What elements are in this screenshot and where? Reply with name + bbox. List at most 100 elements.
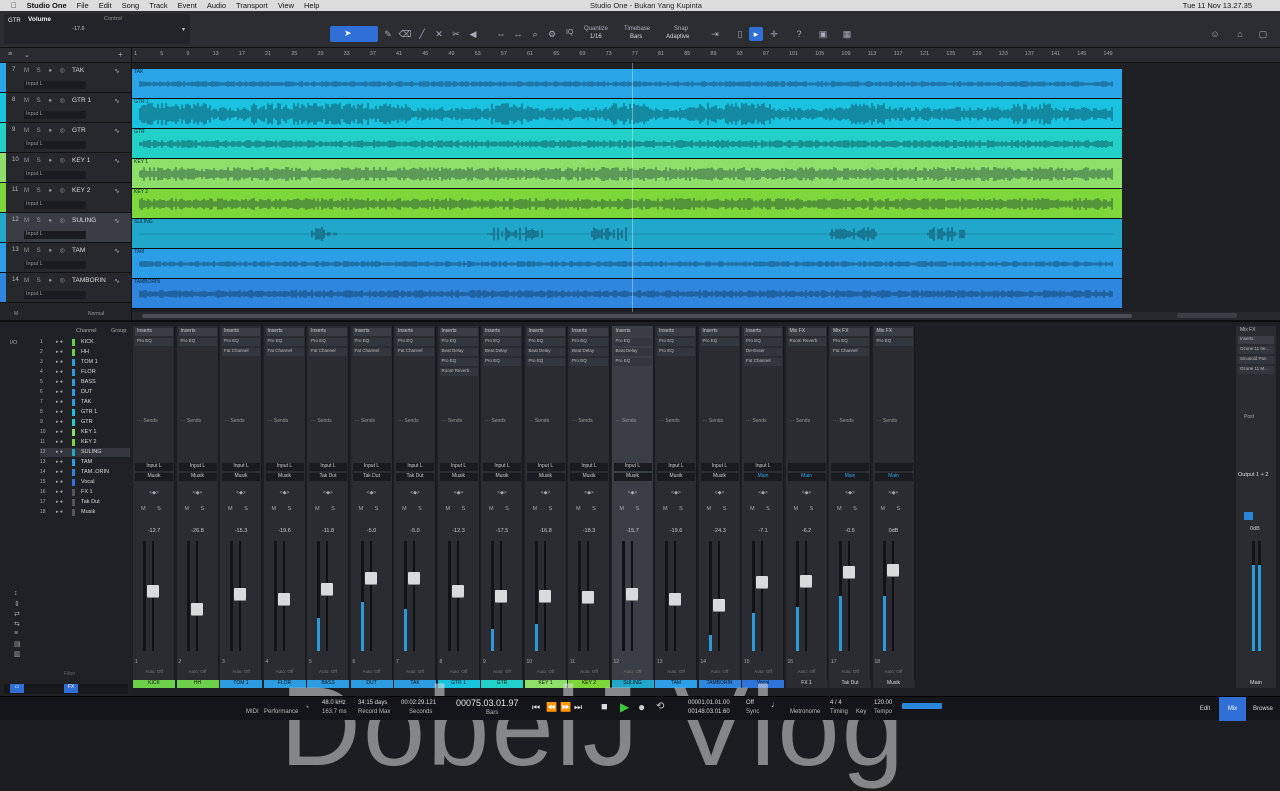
output-select[interactable]: Musik — [439, 473, 478, 481]
insert-plugin-slot[interactable]: Pro EQ — [483, 338, 521, 346]
layout-icon[interactable]: ▦ — [840, 27, 854, 41]
tempo-value[interactable]: 120.00 — [874, 700, 892, 706]
pan-control[interactable]: <◆> — [440, 490, 478, 496]
output-select[interactable]: Musik — [135, 473, 173, 481]
user-icon[interactable]: ☺ — [1208, 27, 1222, 41]
volume-fader[interactable] — [756, 575, 768, 588]
track-input[interactable]: Input L — [24, 81, 86, 89]
insert-plugin-slot[interactable]: Fat Channel — [265, 348, 304, 356]
volume-fader[interactable] — [277, 593, 290, 606]
inserts-header[interactable]: Inserts — [352, 328, 391, 336]
mute-solo-buttons[interactable]: M S — [663, 506, 688, 512]
pan-control[interactable]: <◆> — [353, 490, 391, 496]
output-select[interactable]: Musik — [265, 473, 304, 481]
snap-toggle-icon[interactable]: ⇥ — [708, 27, 722, 41]
output-select[interactable]: Musik — [483, 473, 521, 481]
input-select[interactable]: Input L — [135, 463, 173, 471]
timing-value[interactable]: 4 / 4 — [830, 700, 842, 706]
mute-solo-buttons[interactable]: M S — [620, 506, 645, 512]
audio-event-key-2[interactable]: KEY 2 — [132, 189, 1122, 219]
mute-solo-buttons[interactable]: M S — [707, 506, 732, 512]
output-select[interactable]: Main — [831, 473, 869, 481]
inspector-param-box[interactable]: GTR Volume -17.6 Control ▾ — [4, 14, 190, 44]
mute-solo-buttons[interactable]: M S — [533, 506, 558, 512]
visibility-icon[interactable]: ▸ ● — [56, 459, 63, 465]
audio-event-suling[interactable]: SULING — [132, 219, 1122, 249]
insert-plugin-slot[interactable]: Fat Channel — [352, 348, 391, 356]
insert-plugin-slot[interactable]: Fat Channel — [222, 348, 260, 356]
channel-list-item[interactable]: 9 ▸ ● GTR — [40, 418, 130, 427]
visibility-icon[interactable]: ▸ ● — [56, 509, 63, 515]
mute-solo-buttons[interactable]: M S — [315, 506, 340, 512]
input-select[interactable]: Input L — [570, 463, 608, 471]
pan-control[interactable]: <◆> — [222, 490, 260, 496]
menu-app-name[interactable]: Studio One — [22, 1, 72, 10]
automation-mode[interactable]: Auto: Off — [135, 669, 173, 674]
visibility-icon[interactable]: ▸ ● — [56, 419, 63, 425]
pan-control[interactable]: <◆> — [744, 490, 782, 496]
track-name[interactable]: GTR — [72, 127, 86, 134]
insert-plugin-slot[interactable]: Pro EQ — [135, 338, 173, 346]
control-dropdown-icon[interactable]: ▾ — [182, 26, 185, 33]
track-name[interactable]: KEY 1 — [72, 157, 90, 164]
volume-fader[interactable] — [843, 565, 855, 578]
input-select[interactable]: Input L — [222, 463, 260, 471]
video-icon[interactable]: ▣ — [816, 27, 830, 41]
quantize-value[interactable]: 1/16 — [590, 34, 602, 40]
sends-header[interactable]: ⋯ Sends — [135, 418, 173, 426]
volume-fader[interactable] — [538, 590, 551, 602]
channel-list-item[interactable]: 15 ▸ ● Vocal — [40, 478, 130, 487]
track-input[interactable]: Input L — [24, 141, 86, 149]
volume-fader[interactable] — [451, 584, 464, 597]
mute-solo-buttons[interactable]: M S ● ◎ — [24, 277, 68, 284]
insert-plugin-slot[interactable]: Pro EQ — [439, 358, 478, 366]
insert-plugin-slot[interactable]: Pro EQ — [744, 338, 782, 346]
mute-solo-buttons[interactable]: M S ● ◎ — [24, 97, 68, 104]
visibility-icon[interactable]: ▸ ● — [56, 469, 63, 475]
inserts-header[interactable]: Inserts — [135, 328, 173, 336]
seconds-time[interactable]: 00:02:29.121 — [401, 700, 436, 706]
rewind-start-icon[interactable]: ⏮ — [532, 702, 540, 713]
mute-solo-buttons[interactable]: M S — [489, 506, 514, 512]
volume-db-readout[interactable]: -15.7 — [614, 528, 652, 534]
mute-solo-buttons[interactable]: M S ● ◎ — [24, 247, 68, 254]
waveform-icon[interactable]: ∿ — [114, 67, 120, 75]
sends-header[interactable]: ⋯ Sends — [266, 418, 304, 426]
mixer-tool-icon[interactable]: ⇆ — [14, 620, 20, 628]
visibility-icon[interactable]: ▸ ● — [56, 449, 63, 455]
main-insert-slot[interactable]: Ozone 11 M... — [1238, 366, 1274, 374]
inserts-header[interactable]: Mix FX — [831, 328, 869, 336]
menubar-clock[interactable]: Tue 11 Nov 13.27.35 — [1183, 1, 1252, 10]
main-insert-slot[interactable]: Inserts — [1238, 336, 1274, 344]
pan-control[interactable]: <◆> — [788, 490, 826, 496]
pan-control[interactable]: <◆> — [266, 490, 304, 496]
volume-fader[interactable] — [582, 591, 594, 604]
insert-plugin-slot[interactable]: Fat Channel — [309, 348, 347, 356]
insert-plugin-slot[interactable]: Room Reverb — [439, 368, 478, 376]
input-select[interactable]: Input L — [657, 463, 695, 471]
normal-mode-label[interactable]: Normal — [88, 311, 104, 317]
input-select[interactable]: Input L — [396, 463, 434, 471]
zoom-slider[interactable] — [1177, 313, 1237, 318]
main-post-label[interactable]: Post — [1244, 414, 1254, 420]
mixer-tool-icon[interactable]: ≡ — [14, 630, 18, 637]
volume-db-readout[interactable]: -24.3 — [701, 528, 739, 534]
volume-fader[interactable] — [625, 587, 638, 600]
sends-header[interactable]: ⋯ Sends — [614, 418, 652, 426]
automation-mode[interactable]: Auto: Off — [222, 669, 260, 674]
metronome-icon[interactable]: ♩ — [771, 700, 779, 709]
output-select[interactable]: Main — [787, 473, 826, 481]
insert-plugin-slot[interactable]: Pro EQ — [483, 358, 521, 366]
sends-header[interactable]: ⋯ Sends — [701, 418, 739, 426]
pan-control[interactable]: <◆> — [657, 490, 695, 496]
track-name[interactable]: TAM — [72, 247, 85, 254]
channel-list-item[interactable]: 11 ▸ ● KEY 2 — [40, 438, 130, 447]
playhead-cursor[interactable] — [632, 63, 633, 312]
pan-control[interactable]: <◆> — [701, 490, 739, 496]
mute-solo-buttons[interactable]: M S — [750, 506, 775, 512]
channel-list-item[interactable]: 7 ▸ ● TAK — [40, 398, 130, 407]
insert-plugin-slot[interactable]: Pro EQ — [831, 338, 869, 346]
menu-event[interactable]: Event — [173, 1, 202, 10]
visibility-icon[interactable]: ▸ ● — [56, 409, 63, 415]
track-input[interactable]: Input L — [24, 201, 86, 209]
